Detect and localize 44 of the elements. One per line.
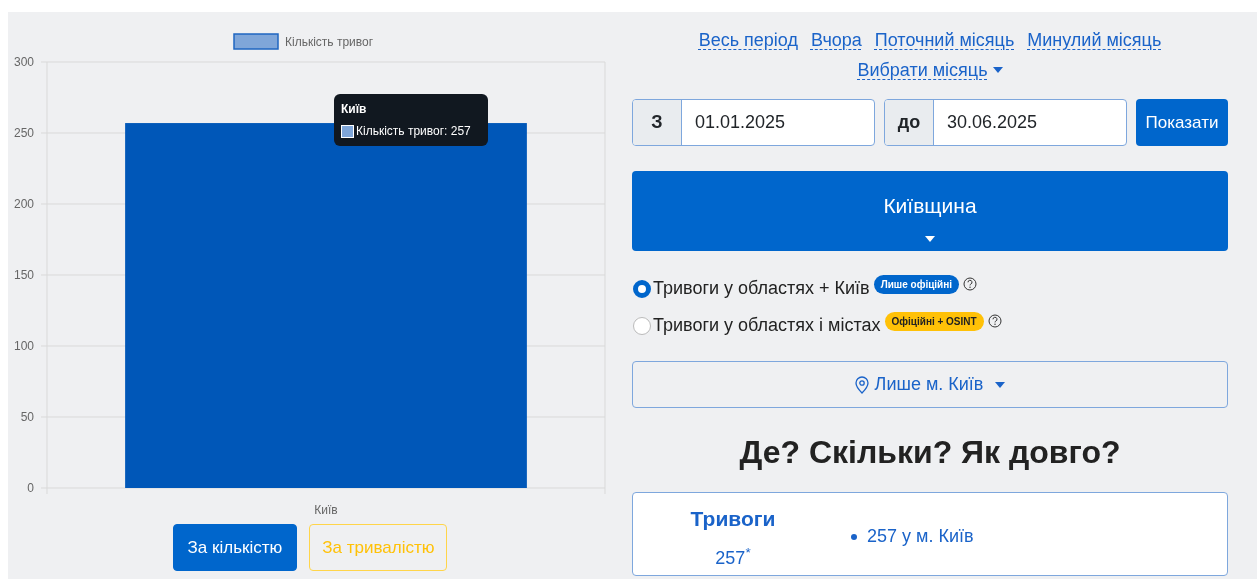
help-icon[interactable] xyxy=(987,314,1002,328)
caret-icon xyxy=(992,67,1003,73)
region-button[interactable]: Київщина xyxy=(632,171,1228,251)
date-value: 30.06.2025 xyxy=(946,111,1038,134)
radio-label[interactable]: Тривоги у областях + Київ xyxy=(653,275,870,302)
show-button[interactable]: Показати xyxy=(1136,99,1228,146)
axis-tick-label: 100 xyxy=(13,339,34,353)
radio-label[interactable]: Тривоги у областях і містах xyxy=(653,312,881,339)
axis-category-label: Київ xyxy=(314,503,338,517)
axis-tick-label: 50 xyxy=(20,410,34,424)
radio-button[interactable] xyxy=(633,279,651,298)
section-heading: Де? Скільки? Як довго? xyxy=(738,433,1122,472)
date-field[interactable]: до 30.06.2025 xyxy=(884,99,1127,146)
axis-tick-label: 250 xyxy=(13,126,34,140)
axis-tick-label: 0 xyxy=(27,481,34,495)
source-badge: Офіційні + OSINT xyxy=(884,312,984,331)
tooltip-title: Київ xyxy=(341,101,368,118)
bullet-icon xyxy=(851,533,857,540)
date-prefix: до xyxy=(885,100,934,145)
legend-swatch-icon xyxy=(341,124,354,138)
source-badge: Лише офіційні xyxy=(873,275,960,294)
period-link[interactable]: Весь період xyxy=(698,27,798,53)
help-icon[interactable] xyxy=(963,277,978,291)
location-pin-icon xyxy=(854,375,869,394)
tooltip-text: Кількість тривог: 257 xyxy=(356,123,471,140)
mode-button[interactable]: За кількістю xyxy=(172,524,298,571)
axis-tick-label: 150 xyxy=(13,268,34,282)
summary-item: 257 у м. Київ xyxy=(867,525,974,548)
month-picker-link[interactable]: Вибрати місяць xyxy=(857,57,1003,83)
date-prefix: З xyxy=(633,100,682,145)
period-link[interactable]: Вчора xyxy=(811,27,862,53)
legend-item[interactable]: Кількість тривог xyxy=(233,33,374,50)
period-link[interactable]: Минулий місяць xyxy=(1027,27,1162,53)
caret-icon xyxy=(995,381,1006,388)
date-value: 01.01.2025 xyxy=(694,111,786,134)
city-dropdown[interactable]: Лише м. Київ xyxy=(632,361,1228,408)
axis-tick-label: 200 xyxy=(13,197,34,211)
radio-button[interactable] xyxy=(633,316,651,335)
caret-icon xyxy=(925,235,935,242)
summary-title: Тривоги xyxy=(690,506,776,532)
summary-total: 257$^{*}$ xyxy=(715,544,751,570)
axis-tick-label: 300 xyxy=(13,55,34,69)
period-link[interactable]: Поточний місяць xyxy=(874,27,1015,53)
date-field[interactable]: З 01.01.2025 xyxy=(632,99,875,146)
